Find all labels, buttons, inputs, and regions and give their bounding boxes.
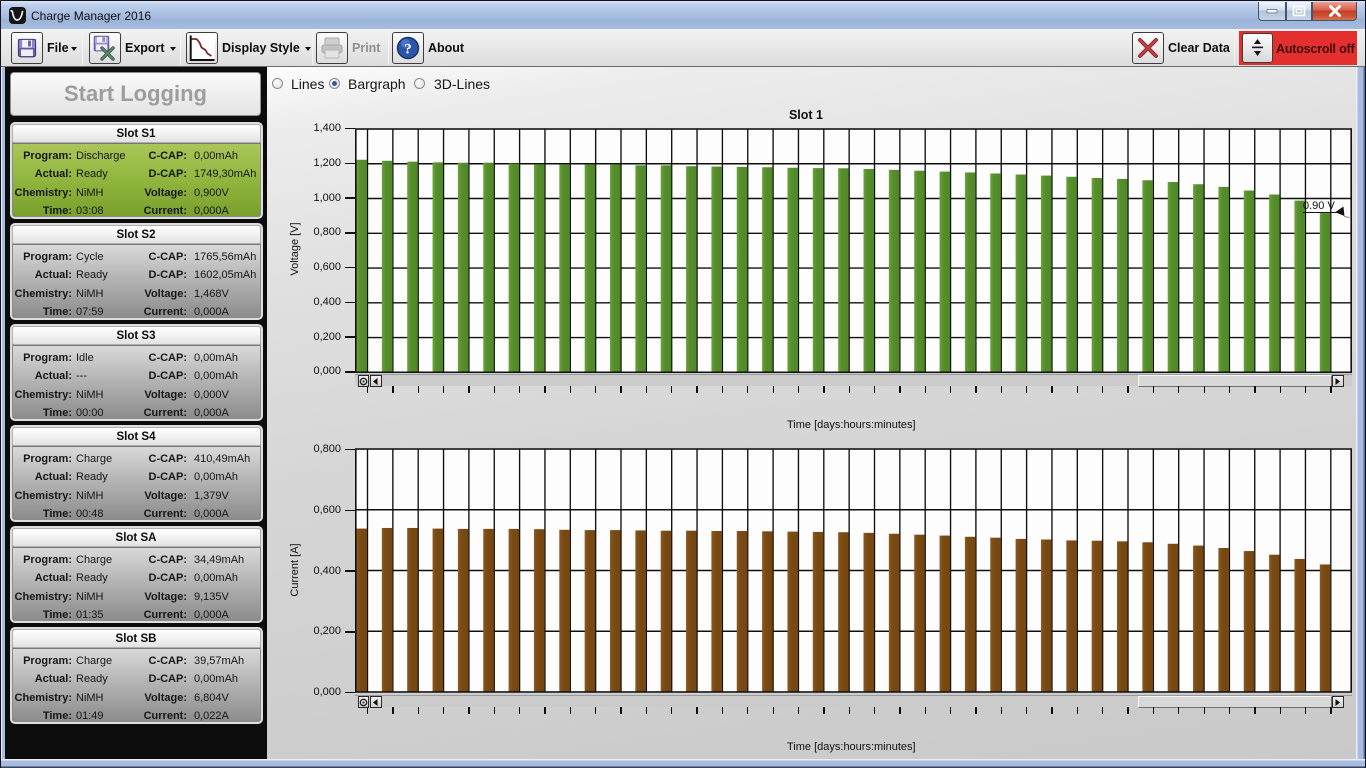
svg-text:?: ?: [404, 41, 412, 57]
